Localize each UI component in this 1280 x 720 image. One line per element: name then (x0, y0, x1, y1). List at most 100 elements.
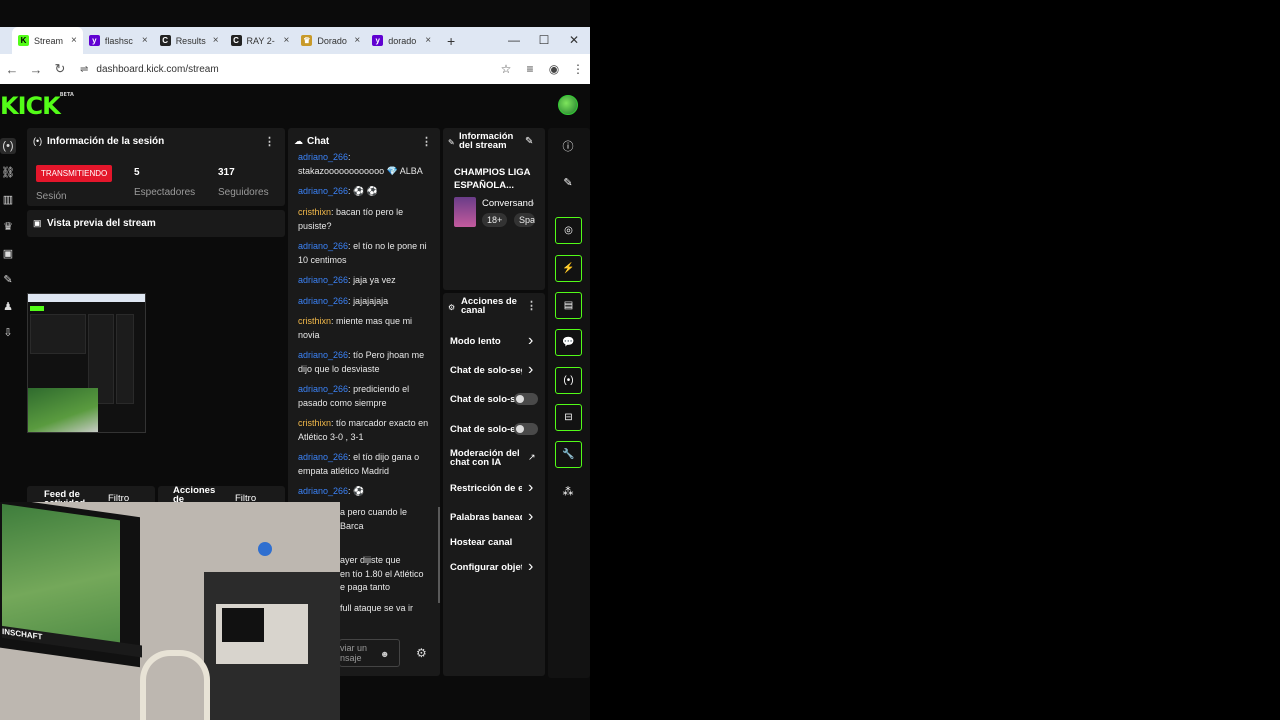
chat-username[interactable]: adriano_266 (298, 186, 348, 196)
close-tab-icon[interactable]: × (284, 35, 290, 46)
profile-icon[interactable]: ◉ (542, 62, 566, 76)
close-tab-icon[interactable]: × (213, 35, 219, 46)
toggle-switch[interactable] (514, 423, 538, 435)
chat-message-partial: e paga tanto (340, 582, 391, 592)
video-icon[interactable]: ▣ (0, 246, 16, 262)
chat-username[interactable]: adriano_266 (298, 486, 348, 496)
stream-title: CHAMPIOS LIGA ESPAÑOLA... (454, 167, 531, 191)
chat-options-icon[interactable]: ⋮ (421, 135, 432, 148)
channel-action-item[interactable]: Restricción de edad (450, 483, 522, 494)
channel-action-item[interactable]: Modo lento (450, 336, 522, 347)
chat-username[interactable]: cristhixn (298, 316, 331, 326)
chat-settings-gear-icon[interactable]: ⚙ (416, 646, 427, 660)
crown-favicon-icon: ♛ (301, 35, 313, 46)
upload-icon[interactable]: ⇩ (0, 325, 16, 341)
wrench-icon[interactable]: ✎ (0, 272, 16, 288)
tab-dorado[interactable]: ♛ Dorado × (295, 27, 366, 54)
actions-icon: ⚙ (448, 303, 456, 312)
channel-action-item[interactable]: Hostear canal (450, 537, 522, 548)
minimize-icon[interactable]: — (499, 27, 529, 54)
close-tab-icon[interactable]: × (142, 35, 148, 46)
chat-message: adriano_266: ⚽ (298, 484, 430, 498)
new-tab-button[interactable]: + (441, 33, 461, 49)
chat-username[interactable]: adriano_266 (298, 452, 348, 462)
chat-username[interactable]: adriano_266 (298, 350, 348, 360)
edit-pencil-icon[interactable]: ✎ (560, 176, 576, 189)
stream-preview-header: ▣ Vista previa del stream (27, 210, 285, 237)
chat-username[interactable]: adriano_266 (298, 241, 348, 251)
kick-logo[interactable]: KICKBETA (0, 92, 74, 120)
reload-icon[interactable]: ↻ (48, 61, 72, 77)
ai-moderation-item[interactable]: Moderación del chat con IA (450, 449, 520, 468)
viewers-label: Espectadores (134, 187, 196, 198)
preview-panel (30, 314, 86, 354)
tab-label: dorado (388, 35, 417, 46)
more-options-icon[interactable]: ⋮ (264, 135, 275, 148)
chat-username[interactable]: adriano_266 (298, 275, 348, 285)
screenshot-icon[interactable]: ◎ (555, 217, 582, 244)
close-tab-icon[interactable]: × (71, 35, 77, 46)
chevron-right-icon[interactable]: › (528, 480, 533, 496)
session-label: Sesión (36, 191, 67, 202)
back-icon[interactable]: ← (0, 62, 24, 77)
notes-icon[interactable]: ▤ (555, 292, 582, 319)
community-icon[interactable]: ♟ (0, 299, 16, 315)
channel-action-item[interactable]: Configurar objetivos (450, 562, 522, 573)
tab-flashscore[interactable]: y flashsc × (83, 27, 154, 54)
site-settings-icon[interactable]: ⇌ (80, 64, 88, 75)
bookmark-star-icon[interactable]: ☆ (494, 62, 518, 76)
chevron-right-icon[interactable]: › (528, 559, 533, 575)
chat-bubble-icon[interactable]: 💬 (555, 329, 582, 356)
emote-picker-icon[interactable]: ☻ (380, 649, 389, 659)
wrench-icon[interactable]: 🔧 (555, 441, 582, 468)
broadcast-icon[interactable]: (•) (555, 367, 582, 394)
url-field[interactable]: ⇌ dashboard.kick.com/stream (80, 64, 494, 75)
trophy-icon[interactable]: ♛ (0, 219, 16, 235)
broadcast-icon[interactable]: (•) (0, 138, 16, 154)
chat-scrollbar[interactable] (438, 507, 440, 603)
ai-mod-line: chat con IA (450, 457, 502, 468)
chat-username[interactable]: cristhixn (298, 418, 331, 428)
layout-icon[interactable]: ⊟ (555, 404, 582, 431)
chat-message: cristhixn: tío marcador exacto en Atléti… (298, 416, 430, 444)
toggle-switch[interactable] (514, 393, 538, 405)
lightning-icon[interactable]: ⚡ (555, 255, 582, 282)
analytics-icon[interactable]: ▥ (0, 192, 16, 208)
kick-favicon-icon: K (18, 35, 29, 46)
maximize-icon[interactable]: ☐ (529, 27, 559, 54)
more-widgets-icon[interactable]: ⁂ (560, 485, 576, 498)
chat-message-input[interactable]: viar un nsaje (339, 639, 400, 667)
chat-username[interactable]: cristhixn (298, 207, 331, 217)
channel-action-item[interactable]: Palabras baneadas (450, 512, 522, 523)
link-icon[interactable]: ⛓ (0, 165, 16, 181)
chevron-right-icon[interactable]: › (528, 333, 533, 349)
tab-dorado-search[interactable]: y dorado × (366, 27, 437, 54)
tab-stream[interactable]: K Stream × (12, 27, 83, 54)
close-window-icon[interactable]: ✕ (559, 27, 589, 54)
external-link-icon[interactable]: ↗ (528, 452, 536, 463)
logo-text: KICK (0, 92, 61, 120)
info-icon[interactable]: ⓘ (560, 138, 576, 154)
chevron-right-icon[interactable]: › (528, 362, 533, 378)
channel-action-item[interactable]: Chat de solo-emotes (450, 424, 522, 435)
chat-message-partial: Barca (340, 521, 364, 531)
chat-username[interactable]: adriano_266 (298, 296, 348, 306)
browser-menu-icon[interactable]: ⋮ (566, 62, 590, 76)
channel-action-item[interactable]: Chat de solo-seguidores (450, 365, 522, 376)
media-controls-icon[interactable]: ≡ (518, 62, 542, 76)
tab-ray[interactable]: C RAY 2- × (225, 27, 296, 54)
chat-username[interactable]: adriano_266 (298, 152, 348, 162)
chat-username[interactable]: adriano_266 (298, 384, 348, 394)
channel-action-item[interactable]: Chat de solo-suscriptores (450, 394, 522, 405)
close-tab-icon[interactable]: × (354, 35, 360, 46)
si-title-line: del stream (459, 140, 507, 151)
forward-icon[interactable]: → (24, 62, 48, 77)
c-favicon-icon: C (230, 35, 242, 46)
stream-preview-thumbnail[interactable] (27, 293, 146, 433)
avatar[interactable] (558, 95, 578, 115)
chevron-right-icon[interactable]: › (528, 509, 533, 525)
tab-results[interactable]: C Results × (154, 27, 225, 54)
channel-actions-options-icon[interactable]: ⋮ (526, 299, 537, 312)
close-tab-icon[interactable]: × (425, 35, 431, 46)
edit-icon[interactable]: ✎ (525, 136, 533, 147)
